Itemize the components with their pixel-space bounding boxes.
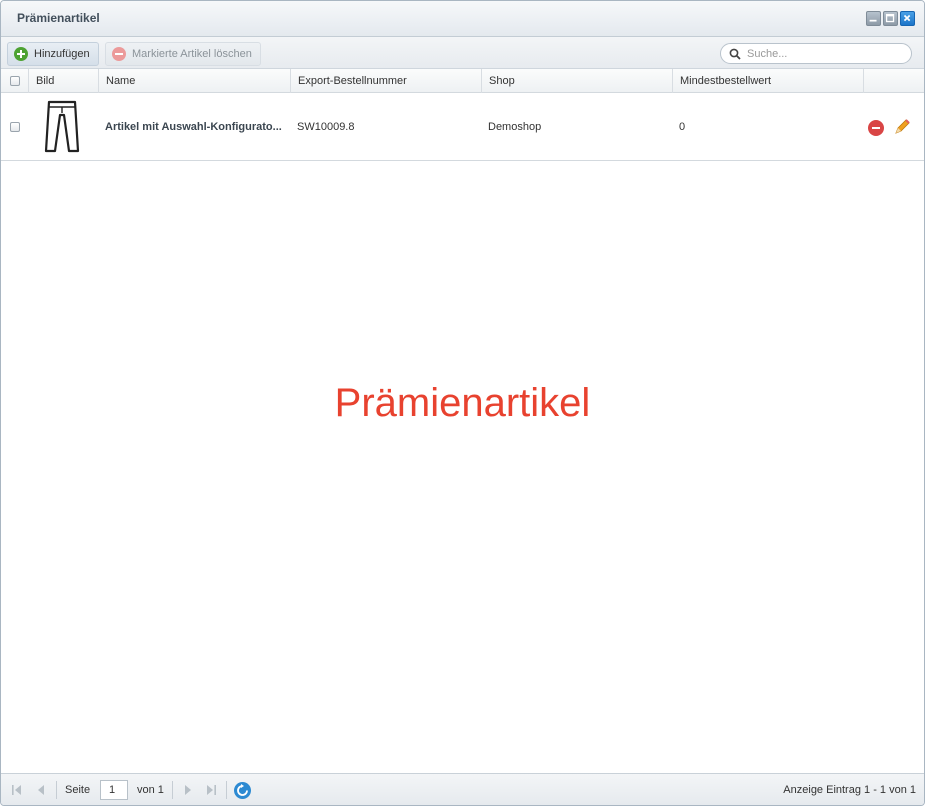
search-field[interactable] xyxy=(720,43,912,64)
pencil-icon[interactable] xyxy=(892,117,912,137)
first-page-icon[interactable] xyxy=(10,783,24,797)
page-number-input[interactable] xyxy=(100,780,128,800)
row-delete-button[interactable] xyxy=(868,120,884,136)
delete-selected-button[interactable]: Markierte Artikel löschen xyxy=(105,42,261,66)
toolbar: Hinzufügen Markierte Artikel löschen xyxy=(1,37,924,69)
praemienartikel-window: Prämienartikel Hinzufügen Markierte Arti… xyxy=(0,0,925,806)
paging-separator xyxy=(172,781,173,799)
next-page-icon[interactable] xyxy=(181,783,195,797)
column-header-name[interactable]: Name xyxy=(99,69,291,93)
column-header-min-order-value[interactable]: Mindestbestellwert xyxy=(673,69,864,93)
paging-toolbar: Seite von 1 Anzeige Eintrag 1 - 1 von 1 xyxy=(1,773,924,805)
delete-selected-label: Markierte Artikel löschen xyxy=(132,48,252,60)
close-button[interactable] xyxy=(900,11,915,26)
row-min-order-value: 0 xyxy=(679,121,686,133)
refresh-icon xyxy=(237,784,248,796)
delete-icon xyxy=(112,47,126,61)
column-header-actions xyxy=(864,69,924,93)
add-icon xyxy=(14,47,28,61)
select-all-cell xyxy=(1,69,29,93)
trousers-icon xyxy=(44,100,80,153)
row-order-number: SW10009.8 xyxy=(297,121,355,133)
title-bar[interactable]: Prämienartikel xyxy=(1,1,924,37)
window-controls xyxy=(866,11,915,26)
column-header-image[interactable]: Bild xyxy=(29,69,99,93)
window-title: Prämienartikel xyxy=(17,11,100,25)
column-header-order-number[interactable]: Export-Bestellnummer xyxy=(291,69,482,93)
search-input[interactable] xyxy=(747,47,897,60)
row-name: Artikel mit Auswahl-Konfigurato... xyxy=(105,121,282,133)
grid-header: Bild Name Export-Bestellnummer Shop Mind… xyxy=(1,69,924,93)
page-label: Seite xyxy=(65,784,91,796)
search-icon xyxy=(729,48,741,60)
minimize-button[interactable] xyxy=(866,11,881,26)
watermark-text: Prämienartikel xyxy=(334,381,591,425)
table-row[interactable]: Artikel mit Auswahl-Konfigurato... SW100… xyxy=(1,93,924,161)
paging-separator xyxy=(56,781,57,799)
add-button-label: Hinzufügen xyxy=(34,48,90,60)
add-button[interactable]: Hinzufügen xyxy=(7,42,99,66)
close-icon xyxy=(903,14,911,22)
paging-separator xyxy=(226,781,227,799)
row-checkbox[interactable] xyxy=(10,122,20,132)
minimize-icon xyxy=(869,19,877,22)
maximize-button[interactable] xyxy=(883,11,898,26)
select-all-checkbox[interactable] xyxy=(10,76,20,86)
maximize-icon xyxy=(885,13,895,23)
page-count-label: von 1 xyxy=(137,784,164,796)
previous-page-icon[interactable] xyxy=(34,783,48,797)
row-shop: Demoshop xyxy=(488,121,542,133)
last-page-icon[interactable] xyxy=(204,783,218,797)
column-header-shop[interactable]: Shop xyxy=(482,69,673,93)
refresh-button[interactable] xyxy=(234,782,251,799)
paging-info: Anzeige Eintrag 1 - 1 von 1 xyxy=(783,784,916,796)
